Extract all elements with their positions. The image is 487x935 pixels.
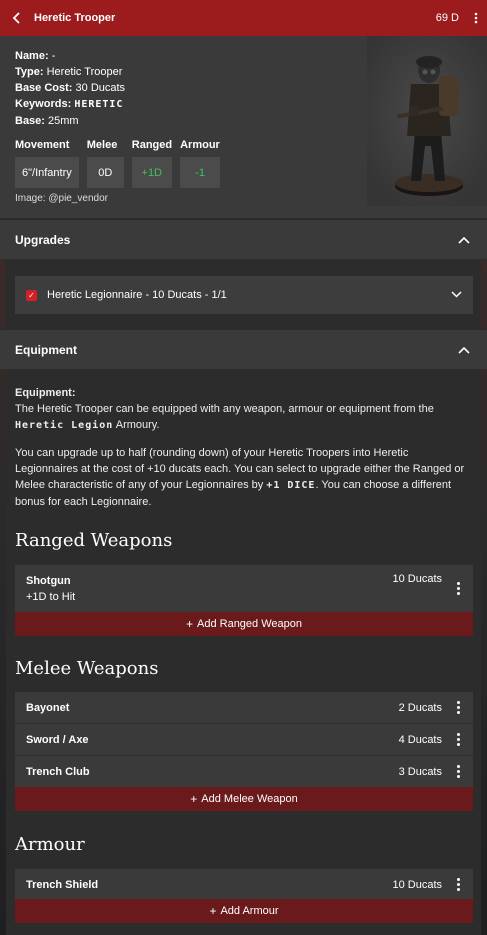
weapon-name: Trench Club [26,765,90,778]
add-melee-weapon-button[interactable]: + Add Melee Weapon [15,787,473,811]
equipment-title: Equipment [15,342,77,357]
stat-label: Movement [15,139,70,151]
armour-heading: Armour [15,834,85,855]
type-value: Heretic Trooper [46,66,123,78]
chevron-up-icon[interactable] [456,346,472,354]
kebab-menu-icon[interactable] [454,765,462,778]
armour-price: 10 Ducats [392,878,442,891]
armour-row-trench-shield[interactable]: Trench Shield 10 Ducats [15,869,473,900]
unit-details: Name: - Type: Heretic Trooper Base Cost:… [15,48,125,129]
add-armour-label: Add Armour [220,905,279,917]
weapon-price: 10 Ducats [392,573,442,585]
weapon-price: 3 Ducats [398,765,442,778]
unit-cost: 69 D [435,12,459,24]
stat-value: 6"/Infantry [15,157,79,188]
equipment-text: The Heretic Trooper can be equipped with… [15,403,434,415]
upgrades-title: Upgrades [15,232,71,247]
base-cost-label: Base Cost: [15,82,73,94]
equipment-paragraph-2: You can upgrade up to half (rounding dow… [15,445,473,510]
weapon-subtext: +1D to Hit [26,590,76,603]
stat-armour: Armour -1 [180,139,221,188]
weapon-price: 2 Ducats [398,701,442,714]
weapon-name: Bayonet [26,701,70,714]
chevron-up-icon[interactable] [456,236,472,244]
page-title: Heretic Trooper [34,12,116,24]
melee-weapons-heading: Melee Weapons [15,658,159,679]
weapon-name-block: Shotgun +1D to Hit [26,575,392,603]
chevron-down-icon[interactable] [451,289,462,301]
name-label: Name: [15,50,49,62]
weapon-name: Shotgun [26,574,71,587]
base-value: 25mm [48,115,79,127]
equipment-heading: Equipment: [15,387,76,399]
weapon-row-shotgun[interactable]: Shotgun +1D to Hit 10 Ducats [15,565,473,612]
type-label: Type: [15,66,44,78]
weapon-row-sword-axe[interactable]: Sword / Axe 4 Ducats [15,724,473,755]
upgrade-label: Heretic Legionnaire - 10 Ducats - 1/1 [47,289,227,301]
ranged-weapons-heading: Ranged Weapons [15,530,173,551]
name-value: - [51,50,56,62]
upgrade-checkbox[interactable]: ✓ [26,289,37,301]
upgrade-row-heretic-legionnaire[interactable]: ✓ Heretic Legionnaire - 10 Ducats - 1/1 [15,276,473,314]
stat-value: +1D [131,157,172,188]
add-armour-button[interactable]: + Add Armour [15,899,473,923]
kebab-menu-icon[interactable] [454,878,462,891]
upgrades-section-header[interactable]: Upgrades [0,219,487,259]
equipment-section-header[interactable]: Equipment [0,329,487,369]
add-ranged-label: Add Ranged Weapon [197,618,302,630]
base-label: Base: [15,115,45,127]
kebab-menu-icon[interactable] [465,12,487,24]
equipment-paragraph-1: The Heretic Trooper can be equipped with… [15,401,473,434]
stat-value: 0D [86,157,124,188]
stat-label: Melee [86,139,118,151]
weapon-row-trench-club[interactable]: Trench Club 3 Ducats [15,756,473,787]
stat-label: Armour [180,139,220,151]
weapon-row-bayonet[interactable]: Bayonet 2 Ducats [15,692,473,723]
top-bar: Heretic Trooper 69 D [0,0,487,36]
equipment-text: Armoury. [115,419,160,431]
keyword-heretic[interactable]: HERETIC [74,99,123,110]
kebab-menu-icon[interactable] [454,701,462,714]
stat-block: Movement 6"/Infantry Melee 0D Ranged +1D… [15,139,221,188]
plus-icon: + [190,792,198,806]
weapon-price: 4 Ducats [398,733,442,746]
kebab-menu-icon[interactable] [454,582,462,595]
add-melee-label: Add Melee Weapon [201,793,298,805]
stat-melee: Melee 0D [86,139,124,188]
add-ranged-weapon-button[interactable]: + Add Ranged Weapon [15,612,473,636]
keyword-plus-one-dice[interactable]: +1 DICE [266,480,315,491]
base-cost-value: 30 Ducats [75,82,126,94]
keyword-heretic-legion[interactable]: Heretic Legion [15,420,113,431]
equipment-description: Equipment: The Heretic Trooper can be eq… [15,385,473,510]
kebab-menu-icon[interactable] [454,733,462,746]
stat-movement: Movement 6"/Infantry [15,139,79,188]
plus-icon: + [185,617,193,631]
weapon-name: Sword / Axe [26,733,89,746]
stat-ranged: Ranged +1D [131,139,173,188]
keywords-label: Keywords: [15,98,72,110]
image-credit: Image: @pie_vendor [15,193,108,204]
armour-name: Trench Shield [26,878,99,891]
stat-label: Ranged [131,139,173,151]
chevron-left-icon[interactable] [0,0,34,36]
plus-icon: + [209,904,217,918]
unit-info-card: Name: - Type: Heretic Trooper Base Cost:… [0,36,487,218]
stat-value: -1 [180,157,221,188]
miniature-image [367,36,487,206]
